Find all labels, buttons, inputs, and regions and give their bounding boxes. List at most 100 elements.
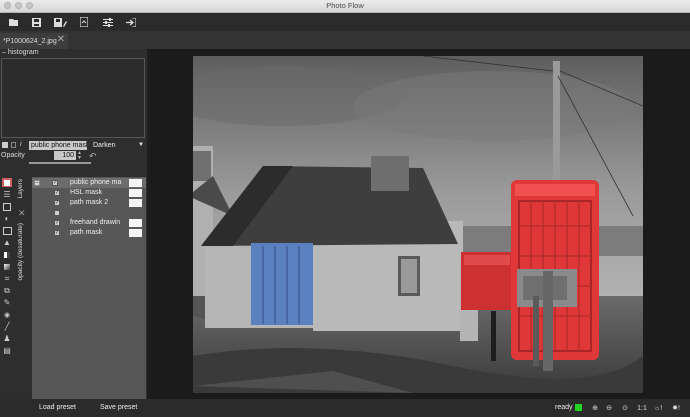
layers-list: – ✓ public phone ma ✓ HSL mask ✓ path mask 2 ✓ f… — [32, 177, 146, 399]
sun-alert-icon: ✹! — [672, 405, 680, 412]
hsl-tool[interactable] — [2, 226, 12, 235]
reset-icon[interactable]: ↶ — [89, 151, 97, 161]
close-icon[interactable]: ✕ — [18, 208, 26, 219]
bw-icon — [4, 251, 10, 258]
layer-row[interactable] — [32, 208, 146, 218]
layer-name: path mask 2 — [70, 199, 109, 206]
layer-visibility-checkbox[interactable] — [54, 210, 60, 216]
blend-mode-value: Darken — [93, 142, 116, 149]
side-tab-strip: Layers ✕ opacity (desaturate) — [15, 177, 31, 397]
sharpen-tool[interactable]: ◉ — [2, 310, 12, 319]
exit-icon — [126, 17, 136, 27]
tab-layers[interactable]: Layers — [17, 179, 24, 199]
image-icon — [2, 226, 12, 235]
zoom-out-icon: ⊖ — [606, 405, 612, 412]
clone-icon: ⧉ — [4, 285, 10, 295]
settings-icon — [103, 17, 113, 27]
bw-tool[interactable] — [2, 250, 12, 259]
layer-thumbnail — [129, 179, 142, 187]
layer-row[interactable]: – ✓ public phone ma — [32, 178, 146, 188]
open-icon — [9, 19, 18, 26]
layer-thumbnail — [129, 219, 142, 227]
histogram-view — [1, 58, 145, 138]
tab-close-icon[interactable]: ✕ — [57, 34, 65, 45]
pen-tool[interactable]: ╱ — [2, 322, 12, 331]
status-indicator — [575, 404, 582, 411]
save-as-icon — [53, 17, 67, 27]
delete-tool[interactable]: ▤ — [2, 346, 12, 355]
layer-row[interactable]: ✓ freehand drawin — [32, 218, 146, 228]
layer-visibility-checkbox[interactable]: ✓ — [54, 230, 60, 236]
save-as-button[interactable] — [50, 15, 70, 29]
image-preview[interactable] — [193, 56, 643, 393]
clone-tool[interactable]: ⧉ — [2, 286, 12, 295]
trash-icon: ▤ — [3, 346, 11, 355]
blend-mode-select[interactable]: Darken ▼ — [93, 141, 146, 150]
opacity-row: Opacity 100 ▲ ▼ ↶ — [0, 151, 147, 162]
layer-add-icon — [4, 179, 10, 186]
layer-visibility-checkbox[interactable]: ✓ — [54, 220, 60, 226]
crop-icon: ⌗ — [4, 273, 10, 283]
layer-thumbnail — [129, 199, 142, 207]
layer-row[interactable]: ✓ HSL mask — [32, 188, 146, 198]
zoom-in-button[interactable]: ⊕ — [589, 402, 601, 414]
group-tool[interactable]: ☰ — [2, 190, 12, 199]
levels-icon: ◐ — [4, 214, 10, 223]
layer-visibility-checkbox[interactable]: ✓ — [54, 200, 60, 206]
gradient-tool[interactable] — [2, 262, 12, 271]
open-button[interactable] — [4, 15, 24, 29]
zoom-actual-button[interactable]: 1:1 — [635, 402, 649, 414]
histogram-header[interactable]: – histogram — [2, 49, 39, 57]
levels-tool[interactable]: ◐ — [2, 214, 12, 223]
curves-icon — [3, 202, 11, 211]
brush-icon: ✎ — [3, 298, 11, 307]
drop-icon: ▲ — [3, 238, 11, 247]
brightness-warning-button[interactable]: ☼! — [652, 402, 664, 414]
opacity-input[interactable]: 100 — [54, 151, 76, 160]
zoom-fit-button[interactable]: ⊙ — [619, 402, 631, 414]
layer-name-field[interactable]: public phone mask — [29, 141, 87, 150]
layer-row[interactable]: ✓ path mask — [32, 228, 146, 238]
histogram-toggle[interactable]: – — [2, 49, 6, 56]
save-preset-button[interactable]: Save preset — [100, 402, 137, 414]
curves-tool[interactable] — [2, 202, 12, 211]
tab-properties[interactable]: opacity (desaturate) — [17, 223, 24, 280]
pen-icon: ╱ — [4, 322, 10, 331]
layer-visibility-checkbox[interactable]: ✓ — [52, 180, 58, 186]
export-button[interactable] — [74, 15, 94, 29]
new-layer-tool[interactable] — [2, 178, 12, 187]
opacity-slider-fill — [29, 162, 91, 164]
opacity-stepper[interactable]: ▲ ▼ — [77, 151, 83, 161]
layer-name: HSL mask — [70, 189, 103, 196]
load-preset-button[interactable]: Load preset — [39, 402, 76, 414]
stamp-tool[interactable]: ♟ — [2, 334, 12, 343]
layer-header-bar: i public phone mask Darken ▼ — [0, 141, 147, 150]
layer-row[interactable]: ✓ path mask 2 — [32, 198, 146, 208]
layer-name: freehand drawin — [70, 219, 121, 226]
bottom-bar: Load preset Save preset ready ⊕ ⊖ ⊙ 1:1 … — [0, 399, 690, 417]
save-button[interactable] — [26, 15, 46, 29]
crop-tool[interactable]: ⌗ — [2, 274, 12, 283]
shadow-warning-button[interactable]: ✹! — [670, 402, 682, 414]
tab-image[interactable]: *P1000624_2.jpg ✕ — [0, 33, 68, 49]
eye-icon: ◉ — [3, 311, 11, 319]
layer-thumbnail — [129, 229, 142, 237]
settings-button[interactable] — [98, 15, 118, 29]
layer-name: public phone ma — [70, 179, 122, 186]
color-tool[interactable]: ▲ — [2, 238, 12, 247]
export-icon — [80, 17, 88, 27]
info-icon[interactable]: i — [20, 141, 22, 148]
brush-tool[interactable]: ✎ — [2, 298, 12, 307]
tab-label: *P1000624_2.jpg — [3, 37, 57, 45]
window-title: Photo Flow — [326, 1, 364, 10]
opacity-slider[interactable] — [29, 162, 91, 164]
chevron-down-icon: ▼ — [138, 142, 144, 148]
layer-thumbnail — [129, 189, 142, 197]
layer-expander[interactable]: – — [34, 180, 40, 186]
status-text: ready — [555, 404, 573, 411]
zoom-out-button[interactable]: ⊖ — [603, 402, 615, 414]
gradient-icon — [4, 263, 10, 270]
layer-visibility-checkbox[interactable]: ✓ — [54, 190, 60, 196]
title-bar: Photo Flow — [0, 0, 690, 13]
exit-button[interactable] — [121, 15, 141, 29]
